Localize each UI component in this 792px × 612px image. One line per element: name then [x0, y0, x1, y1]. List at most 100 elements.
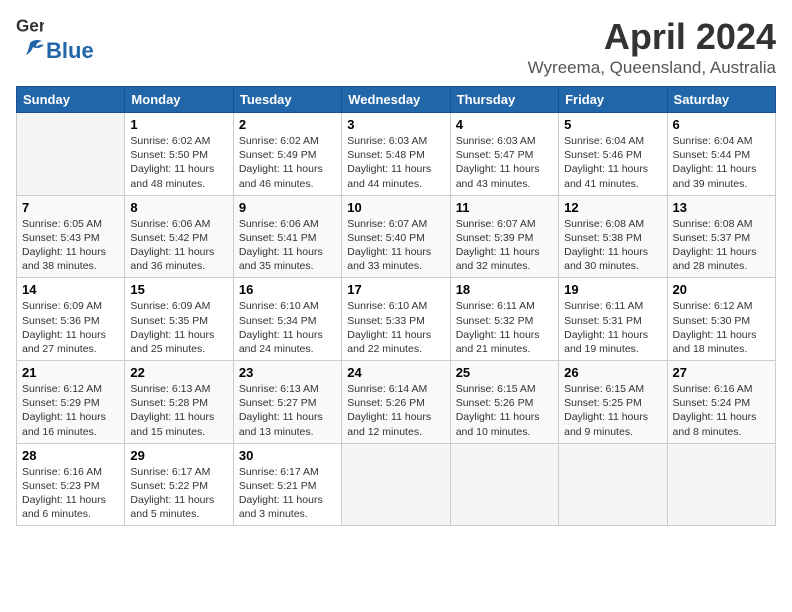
calendar-cell	[17, 113, 125, 196]
day-info: Sunrise: 6:10 AMSunset: 5:33 PMDaylight:…	[347, 299, 444, 356]
day-info: Sunrise: 6:02 AMSunset: 5:50 PMDaylight:…	[130, 134, 227, 191]
calendar-cell: 18 Sunrise: 6:11 AMSunset: 5:32 PMDayligh…	[450, 278, 558, 361]
day-info: Sunrise: 6:11 AMSunset: 5:32 PMDaylight:…	[456, 299, 553, 356]
day-number: 13	[673, 200, 770, 215]
calendar-week-row: 28 Sunrise: 6:16 AMSunset: 5:23 PMDayligh…	[17, 443, 776, 526]
weekday-header: Monday	[125, 87, 233, 113]
day-info: Sunrise: 6:06 AMSunset: 5:41 PMDaylight:…	[239, 217, 336, 274]
day-number: 24	[347, 365, 444, 380]
day-number: 30	[239, 448, 336, 463]
day-info: Sunrise: 6:16 AMSunset: 5:23 PMDaylight:…	[22, 465, 119, 522]
day-number: 20	[673, 282, 770, 297]
calendar-cell: 22 Sunrise: 6:13 AMSunset: 5:28 PMDayligh…	[125, 361, 233, 444]
day-info: Sunrise: 6:07 AMSunset: 5:39 PMDaylight:…	[456, 217, 553, 274]
day-info: Sunrise: 6:13 AMSunset: 5:28 PMDaylight:…	[130, 382, 227, 439]
day-info: Sunrise: 6:17 AMSunset: 5:22 PMDaylight:…	[130, 465, 227, 522]
calendar-cell: 4Sunrise: 6:03 AMSunset: 5:47 PMDaylight…	[450, 113, 558, 196]
day-info: Sunrise: 6:06 AMSunset: 5:42 PMDaylight:…	[130, 217, 227, 274]
calendar-cell: 16 Sunrise: 6:10 AMSunset: 5:34 PMDayligh…	[233, 278, 341, 361]
day-info: Sunrise: 6:07 AMSunset: 5:40 PMDaylight:…	[347, 217, 444, 274]
day-info: Sunrise: 6:09 AMSunset: 5:35 PMDaylight:…	[130, 299, 227, 356]
calendar-cell: 8 Sunrise: 6:06 AMSunset: 5:42 PMDaylight…	[125, 195, 233, 278]
day-number: 17	[347, 282, 444, 297]
calendar-cell: 20 Sunrise: 6:12 AMSunset: 5:30 PMDayligh…	[667, 278, 775, 361]
day-info: Sunrise: 6:05 AMSunset: 5:43 PMDaylight:…	[22, 217, 119, 274]
calendar-cell: 7 Sunrise: 6:05 AMSunset: 5:43 PMDaylight…	[17, 195, 125, 278]
day-info: Sunrise: 6:12 AMSunset: 5:29 PMDaylight:…	[22, 382, 119, 439]
calendar-cell: 28 Sunrise: 6:16 AMSunset: 5:23 PMDayligh…	[17, 443, 125, 526]
day-number: 22	[130, 365, 227, 380]
weekday-header: Wednesday	[342, 87, 450, 113]
bird-icon	[16, 39, 44, 63]
calendar-cell: 11Sunrise: 6:07 AMSunset: 5:39 PMDayligh…	[450, 195, 558, 278]
day-number: 10	[347, 200, 444, 215]
day-number: 9	[239, 200, 336, 215]
calendar-cell: 5 Sunrise: 6:04 AMSunset: 5:46 PMDaylight…	[559, 113, 667, 196]
day-number: 25	[456, 365, 553, 380]
calendar-cell	[450, 443, 558, 526]
month-title: April 2024	[528, 16, 776, 58]
day-number: 15	[130, 282, 227, 297]
svg-text:General: General	[16, 17, 44, 36]
calendar-cell: 1 Sunrise: 6:02 AMSunset: 5:50 PMDaylight…	[125, 113, 233, 196]
day-number: 7	[22, 200, 119, 215]
day-info: Sunrise: 6:04 AMSunset: 5:46 PMDaylight:…	[564, 134, 661, 191]
day-info: Sunrise: 6:08 AMSunset: 5:37 PMDaylight:…	[673, 217, 770, 274]
title-area: April 2024 Wyreema, Queensland, Australi…	[528, 16, 776, 78]
calendar-cell: 21 Sunrise: 6:12 AMSunset: 5:29 PMDayligh…	[17, 361, 125, 444]
day-info: Sunrise: 6:14 AMSunset: 5:26 PMDaylight:…	[347, 382, 444, 439]
calendar-cell	[667, 443, 775, 526]
weekday-header: Tuesday	[233, 87, 341, 113]
day-info: Sunrise: 6:15 AMSunset: 5:26 PMDaylight:…	[456, 382, 553, 439]
calendar-cell: 15 Sunrise: 6:09 AMSunset: 5:35 PMDayligh…	[125, 278, 233, 361]
calendar-cell: 26 Sunrise: 6:15 AMSunset: 5:25 PMDayligh…	[559, 361, 667, 444]
calendar-cell: 13 Sunrise: 6:08 AMSunset: 5:37 PMDayligh…	[667, 195, 775, 278]
calendar-cell: 19Sunrise: 6:11 AMSunset: 5:31 PMDayligh…	[559, 278, 667, 361]
day-info: Sunrise: 6:12 AMSunset: 5:30 PMDaylight:…	[673, 299, 770, 356]
day-info: Sunrise: 6:04 AMSunset: 5:44 PMDaylight:…	[673, 134, 770, 191]
day-number: 26	[564, 365, 661, 380]
day-number: 2	[239, 117, 336, 132]
calendar-week-row: 1 Sunrise: 6:02 AMSunset: 5:50 PMDaylight…	[17, 113, 776, 196]
day-number: 1	[130, 117, 227, 132]
day-info: Sunrise: 6:02 AMSunset: 5:49 PMDaylight:…	[239, 134, 336, 191]
location-title: Wyreema, Queensland, Australia	[528, 58, 776, 78]
calendar-cell	[342, 443, 450, 526]
day-number: 5	[564, 117, 661, 132]
weekday-header: Thursday	[450, 87, 558, 113]
day-number: 16	[239, 282, 336, 297]
calendar-cell: 3 Sunrise: 6:03 AMSunset: 5:48 PMDaylight…	[342, 113, 450, 196]
day-number: 28	[22, 448, 119, 463]
calendar-week-row: 14Sunrise: 6:09 AMSunset: 5:36 PMDayligh…	[17, 278, 776, 361]
day-info: Sunrise: 6:03 AMSunset: 5:48 PMDaylight:…	[347, 134, 444, 191]
calendar-cell: 10 Sunrise: 6:07 AMSunset: 5:40 PMDayligh…	[342, 195, 450, 278]
calendar-cell: 30 Sunrise: 6:17 AMSunset: 5:21 PMDayligh…	[233, 443, 341, 526]
page-header: General Blue April 2024 Wyreema, Queensl…	[16, 16, 776, 78]
calendar-table: SundayMondayTuesdayWednesdayThursdayFrid…	[16, 86, 776, 526]
weekday-header: Saturday	[667, 87, 775, 113]
calendar-cell: 25 Sunrise: 6:15 AMSunset: 5:26 PMDayligh…	[450, 361, 558, 444]
day-info: Sunrise: 6:09 AMSunset: 5:36 PMDaylight:…	[22, 299, 119, 356]
day-info: Sunrise: 6:15 AMSunset: 5:25 PMDaylight:…	[564, 382, 661, 439]
calendar-cell: 23Sunrise: 6:13 AMSunset: 5:27 PMDayligh…	[233, 361, 341, 444]
weekday-header: Friday	[559, 87, 667, 113]
calendar-cell: 12Sunrise: 6:08 AMSunset: 5:38 PMDayligh…	[559, 195, 667, 278]
day-number: 21	[22, 365, 119, 380]
day-info: Sunrise: 6:10 AMSunset: 5:34 PMDaylight:…	[239, 299, 336, 356]
calendar-cell: 2 Sunrise: 6:02 AMSunset: 5:49 PMDaylight…	[233, 113, 341, 196]
calendar-cell: 14Sunrise: 6:09 AMSunset: 5:36 PMDayligh…	[17, 278, 125, 361]
day-number: 6	[673, 117, 770, 132]
logo: General Blue	[16, 16, 94, 64]
day-info: Sunrise: 6:17 AMSunset: 5:21 PMDaylight:…	[239, 465, 336, 522]
day-info: Sunrise: 6:08 AMSunset: 5:38 PMDaylight:…	[564, 217, 661, 274]
logo-blue-text: Blue	[46, 38, 94, 64]
day-info: Sunrise: 6:11 AMSunset: 5:31 PMDaylight:…	[564, 299, 661, 356]
day-number: 27	[673, 365, 770, 380]
day-number: 18	[456, 282, 553, 297]
day-number: 3	[347, 117, 444, 132]
calendar-week-row: 7 Sunrise: 6:05 AMSunset: 5:43 PMDaylight…	[17, 195, 776, 278]
calendar-cell: 6 Sunrise: 6:04 AMSunset: 5:44 PMDaylight…	[667, 113, 775, 196]
calendar-cell: 24 Sunrise: 6:14 AMSunset: 5:26 PMDayligh…	[342, 361, 450, 444]
calendar-cell: 27Sunrise: 6:16 AMSunset: 5:24 PMDayligh…	[667, 361, 775, 444]
day-number: 8	[130, 200, 227, 215]
